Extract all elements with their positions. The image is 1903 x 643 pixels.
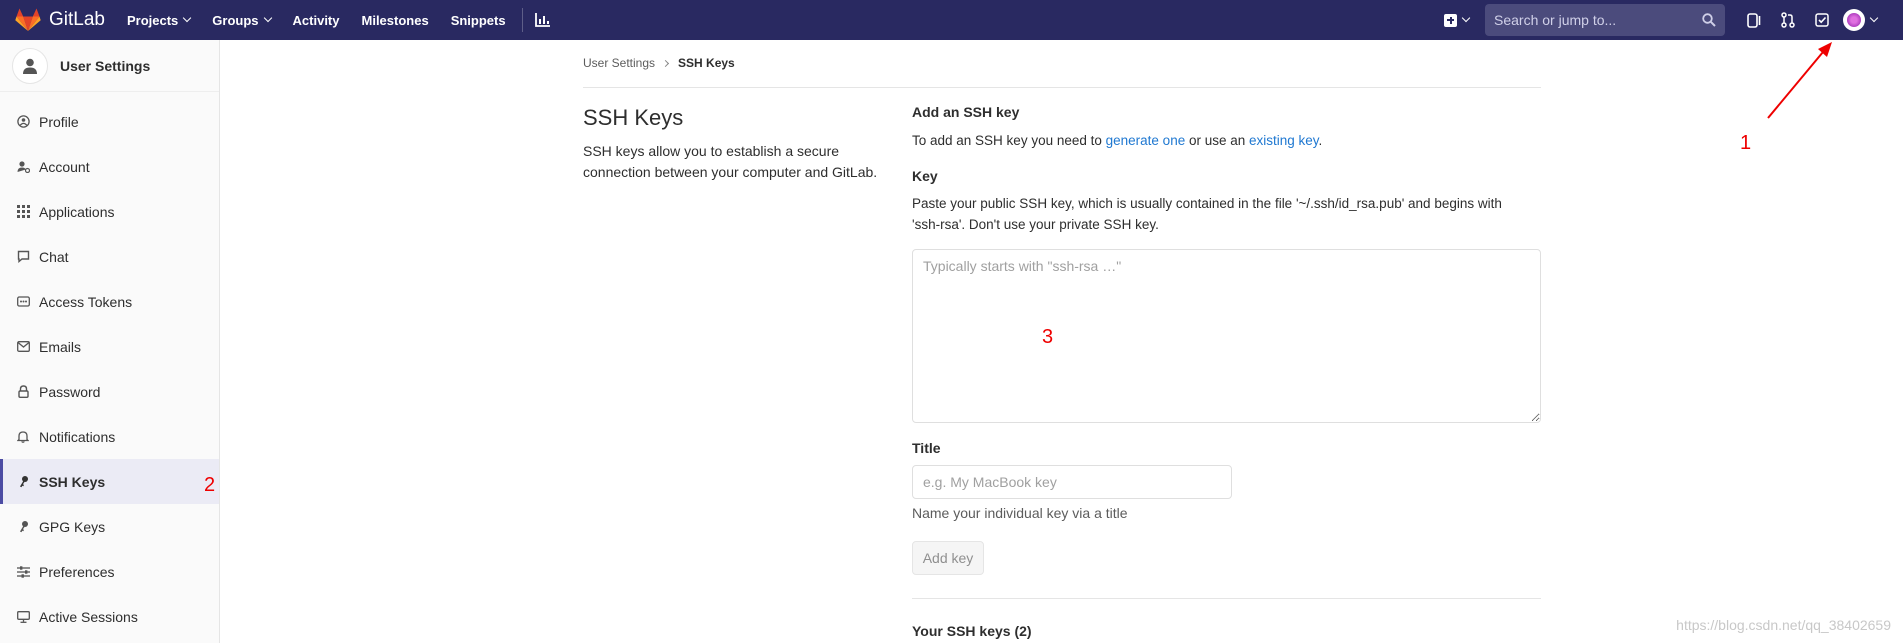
form-divider bbox=[912, 598, 1541, 599]
chevron-down-icon bbox=[263, 13, 272, 23]
breadcrumb-current[interactable]: SSH Keys bbox=[678, 56, 735, 70]
brand-name: GitLab bbox=[49, 9, 105, 30]
tanuki-icon bbox=[15, 8, 41, 31]
settings-sidebar: User Settings Profile Account Applicatio… bbox=[0, 40, 220, 643]
generate-one-link[interactable]: generate one bbox=[1106, 133, 1186, 148]
sidebar-item-label: Password bbox=[39, 383, 101, 400]
search-icon bbox=[1702, 13, 1716, 27]
nav-divider bbox=[521, 8, 523, 32]
profile-icon bbox=[16, 115, 30, 129]
sidebar-item-label: Applications bbox=[39, 203, 115, 220]
sidebar-item-ssh-keys[interactable]: SSH Keys bbox=[0, 459, 219, 504]
sidebar-item-label: Active Sessions bbox=[39, 608, 138, 625]
gitlab-logo[interactable]: GitLab bbox=[15, 0, 105, 40]
nav-projects[interactable]: Projects bbox=[126, 12, 192, 28]
sidebar-item-label: Preferences bbox=[39, 563, 115, 580]
sidebar-item-account[interactable]: Account bbox=[0, 144, 219, 189]
key-icon bbox=[16, 520, 30, 534]
applications-icon bbox=[16, 205, 30, 219]
key-label: Key bbox=[912, 168, 938, 184]
sidebar-item-password[interactable]: Password bbox=[0, 369, 219, 414]
form-heading: Add an SSH key bbox=[912, 104, 1020, 120]
issues-button[interactable] bbox=[1737, 0, 1771, 40]
sidebar-item-label: GPG Keys bbox=[39, 518, 106, 535]
bell-icon bbox=[16, 430, 30, 444]
your-ssh-keys-heading: Your SSH keys (2) bbox=[912, 623, 1032, 639]
nav-activity[interactable]: Activity bbox=[293, 13, 340, 28]
intro-text: To add an SSH key you need to bbox=[912, 133, 1106, 148]
user-icon bbox=[12, 47, 48, 84]
token-icon bbox=[16, 295, 30, 309]
issues-icon bbox=[1747, 12, 1761, 28]
sidebar-item-label: Account bbox=[39, 158, 90, 175]
annotation-1: 1 bbox=[1740, 132, 1752, 154]
merge-request-icon bbox=[1781, 12, 1795, 28]
lock-icon bbox=[16, 385, 30, 399]
sidebar-item-emails[interactable]: Emails bbox=[0, 324, 219, 369]
sidebar-title: User Settings bbox=[60, 57, 151, 74]
chat-icon bbox=[16, 250, 30, 264]
title-help-text: Name your individual key via a title bbox=[912, 505, 1128, 521]
nav-groups[interactable]: Groups bbox=[212, 12, 272, 28]
sidebar-item-label: Notifications bbox=[39, 428, 116, 445]
add-key-button[interactable]: Add key bbox=[912, 541, 984, 575]
annotation-arrow bbox=[1767, 42, 1832, 119]
existing-key-link[interactable]: existing key bbox=[1249, 133, 1319, 148]
nav-milestones[interactable]: Milestones bbox=[362, 13, 429, 28]
title-label: Title bbox=[912, 440, 941, 456]
breadcrumb-divider bbox=[583, 87, 1541, 88]
sidebar-header[interactable]: User Settings bbox=[0, 40, 219, 92]
chevron-down-icon bbox=[1461, 13, 1471, 23]
nav-snippets[interactable]: Snippets bbox=[451, 13, 506, 28]
chevron-down-icon bbox=[1869, 13, 1879, 23]
search-placeholder: Search or jump to... bbox=[1494, 12, 1617, 28]
sidebar-item-label: Chat bbox=[39, 248, 69, 265]
new-dropdown-button[interactable] bbox=[1444, 13, 1471, 27]
title-input[interactable] bbox=[912, 465, 1232, 499]
chart-icon bbox=[534, 13, 550, 27]
breadcrumb: User Settings SSH Keys bbox=[583, 56, 735, 70]
nav-analytics[interactable] bbox=[534, 13, 551, 27]
annotation-2: 2 bbox=[204, 474, 216, 496]
sidebar-item-chat[interactable]: Chat bbox=[0, 234, 219, 279]
sidebar-item-access-tokens[interactable]: Access Tokens bbox=[0, 279, 219, 324]
form-intro: To add an SSH key you need to generate o… bbox=[912, 130, 1322, 151]
sliders-icon bbox=[16, 565, 30, 579]
avatar bbox=[1843, 9, 1865, 31]
todo-check-icon bbox=[1815, 13, 1829, 27]
key-icon bbox=[16, 475, 30, 489]
sidebar-item-active-sessions[interactable]: Active Sessions bbox=[0, 594, 219, 639]
sidebar-item-label: SSH Keys bbox=[39, 473, 106, 490]
page-title: SSH Keys bbox=[583, 105, 684, 130]
key-textarea[interactable] bbox=[912, 249, 1541, 423]
sidebar-item-notifications[interactable]: Notifications bbox=[0, 414, 219, 459]
sidebar-item-label: Profile bbox=[39, 113, 79, 130]
chevron-down-icon bbox=[183, 13, 192, 23]
top-navbar: GitLab Projects Groups Activity Mileston… bbox=[0, 0, 1903, 40]
intro-text: or use an bbox=[1185, 133, 1250, 148]
nav-projects-label: Projects bbox=[126, 12, 179, 28]
sidebar-item-gpg-keys[interactable]: GPG Keys bbox=[0, 504, 219, 549]
page-description: SSH keys allow you to establish a secure… bbox=[583, 143, 878, 180]
monitor-icon bbox=[16, 610, 30, 624]
sidebar-item-profile[interactable]: Profile bbox=[0, 99, 219, 144]
nav-groups-label: Groups bbox=[212, 12, 259, 28]
watermark: https://blog.csdn.net/qq_38402659 bbox=[1676, 617, 1891, 633]
chevron-right-icon bbox=[661, 59, 670, 67]
merge-requests-button[interactable] bbox=[1771, 0, 1805, 40]
sidebar-item-preferences[interactable]: Preferences bbox=[0, 549, 219, 594]
search-input[interactable]: Search or jump to... bbox=[1485, 4, 1725, 36]
sidebar-item-label: Access Tokens bbox=[39, 293, 133, 310]
user-menu-button[interactable] bbox=[1843, 9, 1879, 31]
envelope-icon bbox=[16, 340, 30, 354]
sidebar-item-label: Emails bbox=[39, 338, 82, 355]
plus-square-icon bbox=[1444, 13, 1457, 27]
account-icon bbox=[16, 160, 30, 174]
sidebar-item-applications[interactable]: Applications bbox=[0, 189, 219, 234]
breadcrumb-parent[interactable]: User Settings bbox=[583, 56, 655, 70]
annotation-3: 3 bbox=[1042, 326, 1054, 348]
key-help-text: Paste your public SSH key, which is usua… bbox=[912, 196, 1502, 232]
todos-button[interactable] bbox=[1805, 0, 1839, 40]
intro-text: . bbox=[1318, 133, 1323, 148]
